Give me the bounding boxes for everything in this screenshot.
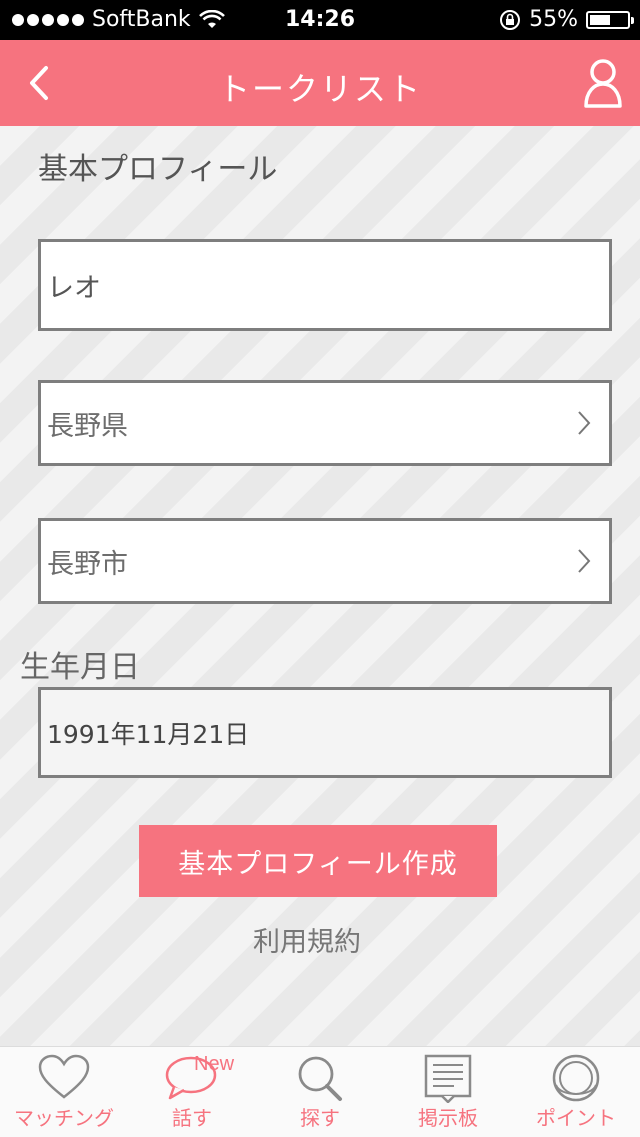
tab-points[interactable]: ポイント (512, 1047, 640, 1137)
tab-label: 掲示板 (418, 1106, 478, 1130)
user-icon[interactable] (580, 56, 626, 110)
city-select[interactable]: 長野市 (38, 518, 612, 604)
nav-bar: トークリスト (0, 40, 640, 126)
prefecture-select[interactable]: 長野県 (38, 380, 612, 466)
heart-icon (38, 1054, 90, 1099)
tab-board[interactable]: 掲示板 (384, 1047, 512, 1137)
search-icon (298, 1056, 342, 1101)
prefecture-value: 長野県 (47, 410, 128, 442)
status-bar: SoftBank 14:26 55% (0, 0, 640, 40)
chevron-right-icon (578, 549, 591, 573)
tab-label: 話す (172, 1106, 212, 1130)
battery-icon (586, 10, 634, 29)
page-title: トークリスト (217, 70, 422, 108)
city-value: 長野市 (47, 548, 128, 580)
new-badge: New (194, 1053, 235, 1075)
tab-search[interactable]: 探す (256, 1047, 384, 1137)
tab-label: マッチング (14, 1106, 114, 1130)
battery-percent: 55% (529, 7, 578, 32)
name-field[interactable]: レオ (38, 239, 612, 331)
tab-talk[interactable]: New 話す (128, 1047, 256, 1137)
name-value: レオ (47, 272, 101, 304)
section-title: 基本プロフィール (38, 152, 278, 187)
tab-matching[interactable]: マッチング (0, 1047, 128, 1137)
status-right: 55% (499, 7, 634, 32)
create-profile-button[interactable]: 基本プロフィール作成 (139, 825, 497, 897)
board-icon (424, 1054, 472, 1103)
tab-label: ポイント (536, 1106, 616, 1130)
battery-fill (590, 14, 610, 25)
tab-bar: マッチング New 話す 探す 掲示板 ポイント (0, 1046, 640, 1137)
tab-label: 探す (300, 1106, 340, 1130)
rotation-lock-icon (500, 9, 521, 30)
birthdate-value: 1991年11月21日 (47, 719, 250, 749)
birthdate-label: 生年月日 (20, 650, 140, 685)
terms-link[interactable]: 利用規約 (0, 920, 614, 959)
chevron-right-icon (578, 411, 591, 435)
profile-form: 基本プロフィール レオ 長野県 長野市 生年月日 1991年11月21日 基本プ… (0, 126, 640, 1046)
birthdate-field[interactable]: 1991年11月21日 (38, 687, 612, 778)
coin-icon (552, 1054, 600, 1102)
